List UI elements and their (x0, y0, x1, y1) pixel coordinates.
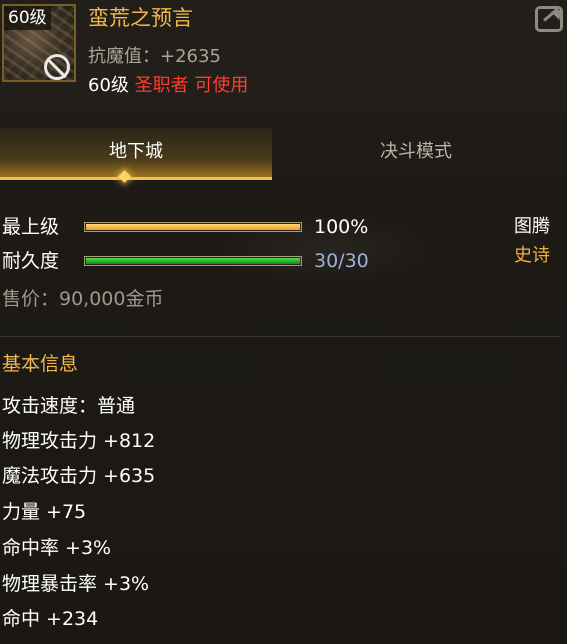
durability-bar (84, 256, 302, 266)
item-name: 蛮荒之预言 (88, 6, 193, 30)
attribute-line: 力量 +75 (2, 501, 87, 523)
durability-bar-fill (86, 258, 300, 264)
upgrade-bar-fill (86, 224, 300, 230)
share-icon[interactable] (535, 6, 563, 32)
emblem-label: 图腾 (514, 216, 550, 237)
required-level: 60级 (88, 75, 129, 96)
durability-label: 耐久度 (2, 250, 60, 272)
attribute-line: 物理攻击力 +812 (2, 430, 156, 452)
upgrade-label: 最上级 (2, 216, 60, 238)
magic-resist-stat: 抗魔值：+2635 (88, 46, 221, 67)
item-tooltip-panel: 60级 蛮荒之预言 抗魔值：+2635 60级 圣职者 可使用 地下城 决斗模式… (0, 0, 567, 644)
attribute-line: 命中 +234 (2, 608, 99, 630)
ban-icon (44, 54, 70, 80)
upgrade-bar (84, 222, 302, 232)
mode-tabs: 地下城 决斗模式 (0, 128, 560, 180)
attribute-line: 命中率 +3% (2, 537, 112, 559)
attribute-line: 物理暴击率 +3% (2, 573, 150, 595)
upgrade-value: 100% (314, 216, 369, 238)
durability-value: 30/30 (314, 250, 369, 272)
attribute-line: 魔法攻击力 +635 (2, 465, 156, 487)
attribute-line: 攻击速度：普通 (2, 395, 136, 417)
item-level-tag: 60级 (4, 6, 51, 30)
basic-info-title: 基本信息 (2, 353, 79, 375)
tab-duel[interactable]: 决斗模式 (272, 128, 560, 180)
tab-dungeon[interactable]: 地下城 (0, 128, 272, 180)
class-restriction: 圣职者 可使用 (134, 75, 249, 96)
item-header: 60级 蛮荒之预言 抗魔值：+2635 60级 圣职者 可使用 (0, 0, 567, 112)
emblem-rarity: 史诗 (514, 245, 550, 266)
item-portrait-icon[interactable]: 60级 (2, 4, 76, 82)
section-divider (0, 336, 560, 337)
requirement-line: 60级 圣职者 可使用 (88, 73, 248, 99)
sell-price: 售价：90,000金币 (2, 288, 164, 310)
